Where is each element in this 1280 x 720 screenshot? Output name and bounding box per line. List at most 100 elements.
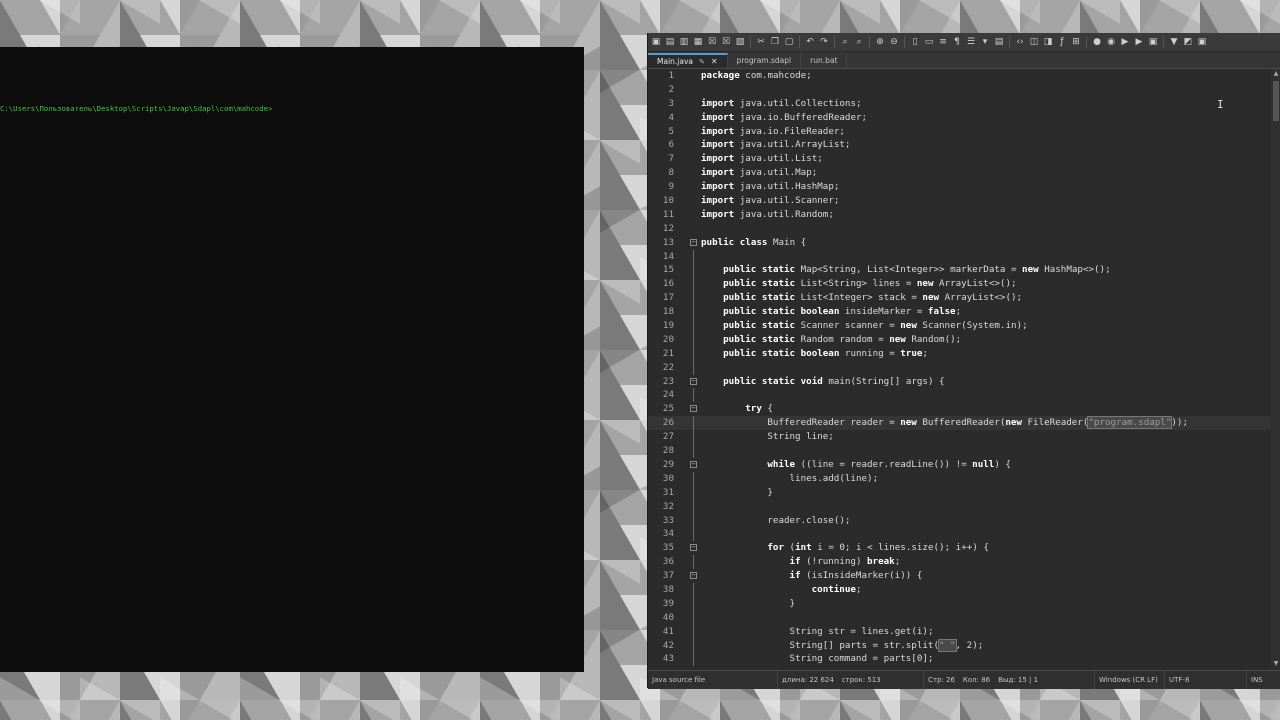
udl-icon[interactable]: ▾	[979, 36, 991, 48]
code-line[interactable]: 4 import java.io.BufferedReader;	[648, 111, 1280, 125]
code-line[interactable]: 10 import java.util.Scanner;	[648, 194, 1280, 208]
code-line[interactable]: 14	[648, 249, 1280, 264]
code-line[interactable]: 1 package com.mahcode;	[648, 69, 1280, 83]
fold-toggle-icon[interactable]: −	[690, 238, 697, 246]
zoom-out-icon[interactable]: ⊖	[888, 36, 900, 48]
code-line[interactable]: 18 public static boolean insideMarker = …	[648, 305, 1280, 320]
code-line[interactable]: 42 String[] parts = str.split(" ", 2);	[648, 638, 1280, 653]
code-line[interactable]: 2	[648, 83, 1280, 97]
code-line[interactable]: 24	[648, 388, 1280, 403]
code-line[interactable]: 22	[648, 360, 1280, 375]
code-line[interactable]: 25 − try {	[648, 402, 1280, 416]
code-line[interactable]: 33 reader.close();	[648, 513, 1280, 528]
code-line[interactable]: 17 public static List<Integer> stack = n…	[648, 291, 1280, 306]
sync-v-icon[interactable]: ▯	[909, 36, 921, 48]
tab-program-sdapl[interactable]: program.sdapl	[728, 53, 802, 68]
fold-toggle-icon[interactable]: −	[690, 460, 697, 468]
code-line[interactable]: 30 lines.add(line);	[648, 471, 1280, 486]
code-line[interactable]: 23 − public static void main(String[] arg…	[648, 375, 1280, 389]
paste-icon[interactable]: ▢	[783, 36, 795, 48]
code-line[interactable]: 40	[648, 610, 1280, 625]
console-window[interactable]: C:\Users\Пользователь\Desktop\Scripts\Ja…	[0, 47, 584, 672]
fold-toggle-icon[interactable]: −	[690, 544, 697, 552]
code-line[interactable]: 27 String line;	[648, 430, 1280, 445]
monitor-icon[interactable]: ◨	[1042, 36, 1054, 48]
scroll-up-icon[interactable]: ▲	[1271, 69, 1280, 79]
code-line[interactable]: 3 import java.util.Collections;	[648, 97, 1280, 111]
folder-workspace-icon[interactable]: ◫	[1028, 36, 1040, 48]
wrap-icon[interactable]: ≡	[937, 36, 949, 48]
show-all-icon[interactable]: ¶	[951, 36, 963, 48]
close-tab-icon[interactable]: ✕	[711, 57, 718, 66]
redo-icon[interactable]: ↷	[818, 36, 830, 48]
vertical-scrollbar[interactable]: ▲ ▼	[1271, 69, 1280, 669]
zoom-in-icon[interactable]: ⊕	[874, 36, 886, 48]
scroll-down-icon[interactable]: ▼	[1271, 659, 1280, 669]
save-macro-icon[interactable]: ▣	[1147, 36, 1159, 48]
highlight-icon[interactable]: ◩	[1182, 36, 1194, 48]
code-line[interactable]: 39 }	[648, 596, 1280, 611]
code-line[interactable]: 38 continue;	[648, 582, 1280, 597]
code-line[interactable]: 6 import java.util.ArrayList;	[648, 138, 1280, 152]
pin-icon[interactable]: ✎	[699, 58, 705, 66]
code-line[interactable]: 37 − if (isInsideMarker(i)) {	[648, 569, 1280, 583]
code-line[interactable]: 19 public static Scanner scanner = new S…	[648, 319, 1280, 333]
editor-window[interactable]: ▣ ▤ ▥ ▦ ☒ ☒ ▧ ✂ ❐ ▢ ↶ ↷ ⌕ ⌕ ⊕ ⊖ ▯ ▭ ≡ ¶ …	[647, 33, 1280, 689]
status-mode[interactable]: INS	[1247, 671, 1267, 689]
code-line[interactable]: 8 import java.util.Map;	[648, 166, 1280, 180]
tree-icon[interactable]: ⊞	[1070, 36, 1082, 48]
copy-icon[interactable]: ❐	[769, 36, 781, 48]
indent-guide-icon[interactable]: ☰	[965, 36, 977, 48]
code-line[interactable]: 32	[648, 499, 1280, 514]
code-line[interactable]: 9 import java.util.HashMap;	[648, 180, 1280, 194]
play-multi-icon[interactable]: ▶	[1133, 36, 1145, 48]
sync-h-icon[interactable]: ▭	[923, 36, 935, 48]
save-all-icon[interactable]: ▦	[692, 36, 704, 48]
fold-toggle-icon[interactable]: −	[690, 405, 697, 413]
code-line[interactable]: 20 public static Random random = new Ran…	[648, 332, 1280, 347]
doc-map-icon[interactable]: ▤	[993, 36, 1005, 48]
code-line[interactable]: 13 − public class Main {	[648, 236, 1280, 250]
code-line[interactable]: 11 import java.util.Random;	[648, 208, 1280, 222]
close-all-icon[interactable]: ☒	[720, 36, 732, 48]
new-icon[interactable]: ▣	[650, 36, 662, 48]
code-line[interactable]: 29 − while ((line = reader.readLine()) !=…	[648, 458, 1280, 472]
fx-icon[interactable]: ƒ	[1056, 36, 1068, 48]
play-icon[interactable]: ▶	[1119, 36, 1131, 48]
terminal-icon[interactable]: ▣	[1196, 36, 1208, 48]
stop-icon[interactable]: ◉	[1105, 36, 1117, 48]
code-line[interactable]: 12	[648, 222, 1280, 236]
code-line[interactable]: 34	[648, 527, 1280, 542]
status-eol[interactable]: Windows (CR LF)	[1095, 671, 1165, 689]
open-icon[interactable]: ▤	[664, 36, 676, 48]
code-line[interactable]: 28	[648, 444, 1280, 458]
code-line[interactable]: 7 import java.util.List;	[648, 152, 1280, 166]
function-list-icon[interactable]: ‹›	[1014, 36, 1026, 48]
fold-toggle-icon[interactable]: −	[690, 572, 697, 580]
code-line[interactable]: 15 public static Map<String, List<Intege…	[648, 263, 1280, 278]
code-line[interactable]: 31 }	[648, 485, 1280, 500]
replace-icon[interactable]: ⌕	[853, 36, 865, 48]
code-line[interactable]: 36 if (!running) break;	[648, 555, 1280, 570]
code-line[interactable]: 21 public static boolean running = true;	[648, 346, 1280, 361]
code-line[interactable]: 5 import java.io.FileReader;	[648, 125, 1280, 139]
find-icon[interactable]: ⌕	[839, 36, 851, 48]
code-line[interactable]: 41 String str = lines.get(i);	[648, 624, 1280, 639]
code-line[interactable]: 35 − for (int i = 0; i < lines.size(); i+…	[648, 541, 1280, 555]
code-area[interactable]: 1 package com.mahcode; 2 3 import java.util.…	[648, 69, 1280, 669]
record-icon[interactable]: ●	[1091, 36, 1103, 48]
fold-toggle-icon[interactable]: −	[690, 377, 697, 385]
cut-icon[interactable]: ✂	[755, 36, 767, 48]
close-icon[interactable]: ☒	[706, 36, 718, 48]
filter-icon[interactable]: ▼	[1168, 36, 1180, 48]
code-line[interactable]: 43 String command = parts[0];	[648, 652, 1280, 667]
code-line[interactable]: 26 BufferedReader reader = new BufferedR…	[648, 416, 1280, 431]
scroll-thumb[interactable]	[1273, 81, 1279, 121]
print-icon[interactable]: ▧	[734, 36, 746, 48]
save-icon[interactable]: ▥	[678, 36, 690, 48]
undo-icon[interactable]: ↶	[804, 36, 816, 48]
code-line[interactable]: 16 public static List<String> lines = ne…	[648, 277, 1280, 292]
tab-main-java[interactable]: Main.java ✎ ✕	[648, 53, 728, 68]
tab-run-bat[interactable]: run.bat	[801, 53, 848, 68]
status-encoding[interactable]: UTF-8	[1165, 671, 1247, 689]
